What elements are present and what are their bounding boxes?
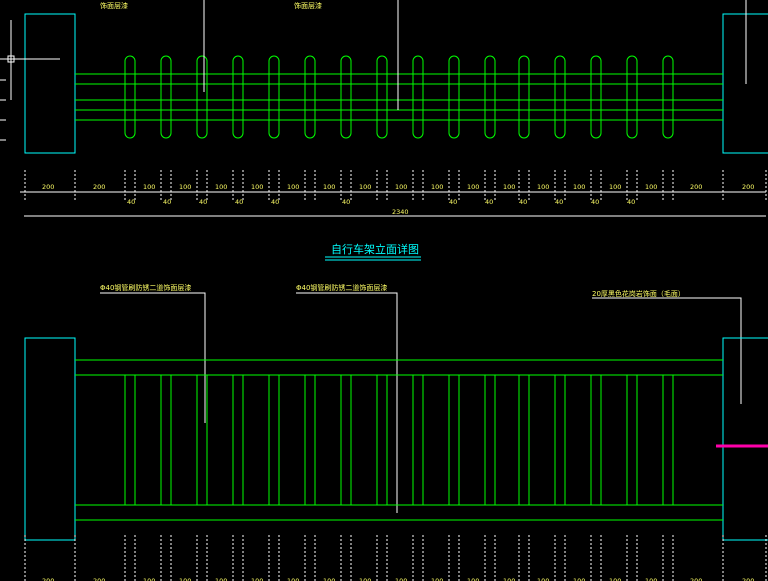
top-note-2: 饰面层漆 [294, 1, 322, 10]
bottom-note-1: Φ40钢管刷防锈二道饰面层漆 [100, 283, 191, 292]
dim-label: 200 [742, 183, 754, 191]
bike-loop [554, 55, 566, 139]
dim-label: 100 [503, 577, 515, 581]
cad-drawing: 饰面层漆 饰面层漆 200 200 100 100 100 100 100 100 100 100… [0, 0, 768, 581]
bike-loops [124, 55, 674, 139]
bike-loop [340, 55, 352, 139]
bike-loop [662, 55, 674, 139]
dim-sub-label: 40 [449, 198, 457, 206]
dim-label: 200 [42, 183, 54, 191]
dim-label: 200 [690, 183, 702, 191]
dim-label: 100 [251, 577, 263, 581]
cursor-crosshair [0, 20, 60, 100]
dim-label: 100 [395, 183, 407, 191]
dim-label: 100 [537, 183, 549, 191]
bike-loop [590, 55, 602, 139]
bike-loop [160, 55, 172, 139]
dim-label: 100 [573, 183, 585, 191]
dim-label: 100 [251, 183, 263, 191]
bottom-leader-1 [100, 292, 206, 423]
dim-sub-label: 40 [127, 198, 135, 206]
bike-loop [124, 55, 136, 139]
bottom-elevation: Φ40钢管刷防锈二道饰面层漆 Φ40钢管刷防锈二道饰面层漆 20厚黑色花岗岩饰面… [24, 283, 768, 581]
dim-label: 100 [503, 183, 515, 191]
left-ruler-ticks [0, 79, 6, 141]
vertical-bars [124, 375, 674, 505]
bike-loop [518, 55, 530, 139]
dim-sub-label: 40 [519, 198, 527, 206]
bottom-dimension-chain: 200 200 100 100 100 100 100 100 100 100 100 100 100 1… [24, 535, 767, 581]
dim-label: 100 [359, 577, 371, 581]
right-post-bottom [722, 337, 768, 541]
dim-label: 100 [143, 183, 155, 191]
left-post-bottom [24, 337, 76, 541]
dim-label: 100 [431, 577, 443, 581]
dim-label: 100 [179, 183, 191, 191]
top-elevation: 饰面层漆 饰面层漆 200 200 100 100 100 100 100 100 100 100… [0, 0, 768, 217]
dim-label: 100 [215, 577, 227, 581]
dim-sub-label: 40 [485, 198, 493, 206]
dim-label: 100 [609, 183, 621, 191]
top-dimension-chain: 200 200 100 100 100 100 100 100 100 100 100 100 100 1… [20, 170, 767, 206]
dim-sub-label: 40 [555, 198, 563, 206]
total-dimension: 2340 [392, 208, 409, 216]
dim-label: 100 [179, 577, 191, 581]
dim-label: 200 [690, 577, 702, 581]
dim-label: 100 [143, 577, 155, 581]
dim-label: 200 [93, 577, 105, 581]
dim-sub-label: 40 [235, 198, 243, 206]
dim-label: 100 [609, 577, 621, 581]
dim-label: 100 [431, 183, 443, 191]
bike-loop [484, 55, 496, 139]
bottom-note-3: 20厚黑色花岗岩饰面（毛面） [592, 289, 685, 298]
bike-loop [626, 55, 638, 139]
dim-label: 200 [42, 577, 54, 581]
dim-label: 200 [742, 577, 754, 581]
dim-label: 100 [573, 577, 585, 581]
bike-loop [196, 55, 208, 139]
dim-label: 100 [215, 183, 227, 191]
bottom-note-2: Φ40钢管刷防锈二道饰面层漆 [296, 283, 387, 292]
bike-loop [412, 55, 424, 139]
bike-loop [376, 55, 388, 139]
bike-loop [448, 55, 460, 139]
left-post-top [24, 13, 76, 154]
dim-sub-label: 40 [199, 198, 207, 206]
dim-sub-label: 40 [627, 198, 635, 206]
dim-label: 100 [287, 183, 299, 191]
dim-label: 100 [395, 577, 407, 581]
bike-loop [232, 55, 244, 139]
dim-label: 100 [645, 183, 657, 191]
bottom-leader-3 [592, 297, 742, 404]
dim-label: 200 [93, 183, 105, 191]
dim-label: 100 [537, 577, 549, 581]
dim-label: 100 [467, 183, 479, 191]
dim-label: 100 [323, 577, 335, 581]
dim-label: 100 [645, 577, 657, 581]
bottom-leader-2 [296, 292, 398, 513]
dim-sub-label: 40 [163, 198, 171, 206]
section-title: 自行车架立面详图 [331, 242, 419, 256]
top-note-1: 饰面层漆 [100, 1, 128, 10]
dim-sub-label: 40 [591, 198, 599, 206]
dim-sub-label: 40 [271, 198, 279, 206]
dim-label: 100 [359, 183, 371, 191]
dim-label: 100 [287, 577, 299, 581]
dim-sub-label: 40 [342, 198, 350, 206]
dim-label: 100 [323, 183, 335, 191]
bike-loop [304, 55, 316, 139]
bike-loop [268, 55, 280, 139]
dim-label: 100 [467, 577, 479, 581]
